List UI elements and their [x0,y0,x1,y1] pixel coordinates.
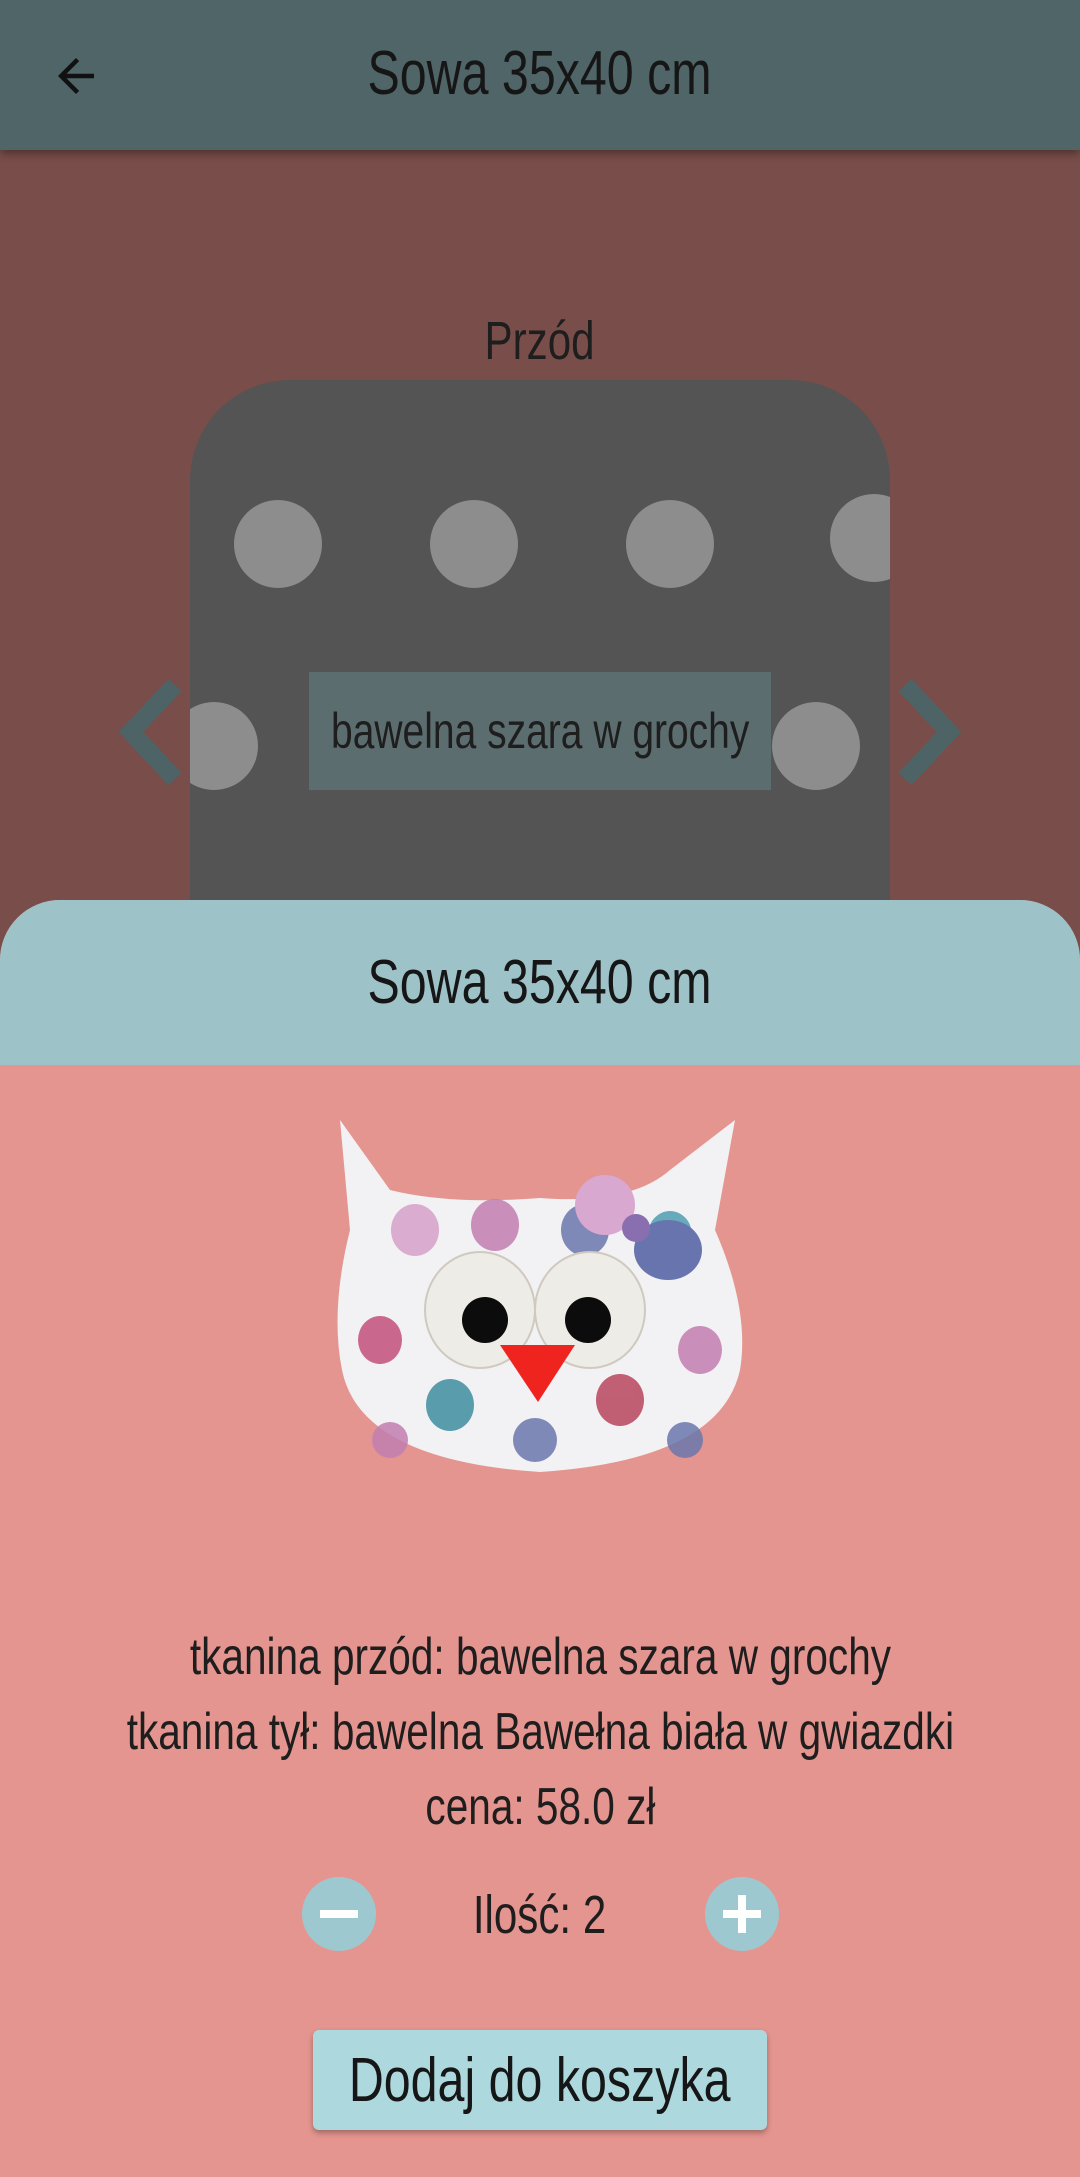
fabric-image [190,380,890,940]
fabric-side-label: Przód [484,311,596,371]
product-sheet: Sowa 35x40 cm tkanina przód: bawelna sza… [0,900,1080,2177]
product-details: tkanina przód: bawelna szara w grochy tk… [0,1620,1080,1845]
quantity-stepper: Ilość: 2 [0,1875,1080,1955]
increase-quantity-button[interactable] [705,1877,779,1951]
app-bar: Sowa 35x40 cm [0,0,1080,150]
fabric-name-label: bawelna szara w grochy [309,672,771,790]
chevron-left-icon [118,678,182,786]
plus-icon [723,1895,761,1933]
front-fabric-text: tkanina przód: bawelna szara w grochy [189,1628,891,1686]
back-fabric-text: tkanina tył: bawelna Bawełna biała w gwi… [126,1703,954,1761]
price-text: cena: 58.0 zł [424,1778,656,1836]
next-fabric-button[interactable] [880,672,970,792]
previous-fabric-button[interactable] [110,672,200,792]
product-image [320,1110,760,1480]
sheet-title: Sowa 35x40 cm [0,900,1080,1065]
add-to-cart-button[interactable]: Dodaj do koszyka [313,2030,767,2130]
page-title: Sowa 35x40 cm [367,39,713,108]
chevron-right-icon [898,678,962,786]
quantity-label: Ilość: 2 [473,1885,607,1945]
